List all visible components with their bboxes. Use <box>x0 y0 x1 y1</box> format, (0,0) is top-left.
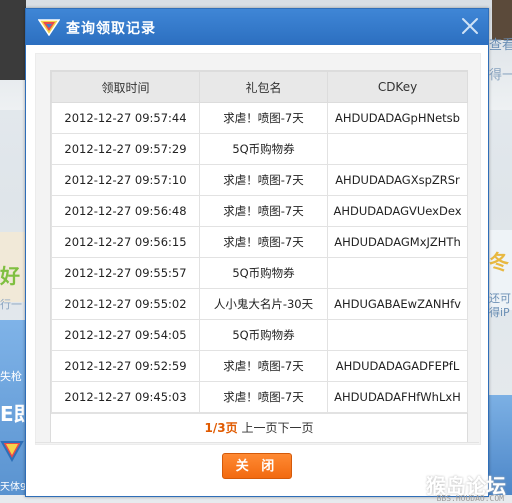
cell-time: 2012-12-27 09:57:44 <box>51 102 200 134</box>
table-row: 2012-12-27 09:45:03 求虐！喷图-7天 AHDUDADAFHf… <box>51 381 468 413</box>
cell-cdkey: AHDUDADAGXspZRSr <box>327 164 468 196</box>
cell-cdkey <box>327 257 468 289</box>
bg-right-text: 得一 <box>489 68 512 83</box>
table-row: 2012-12-27 09:56:48 求虐！喷图-7天 AHDUDADAGVU… <box>51 195 468 227</box>
cell-gift: 求虐！喷图-7天 <box>199 350 328 382</box>
cell-cdkey <box>327 319 468 351</box>
records-panel: 领取时间 礼包名 CDKey 2012-12-27 09:57:44 求虐！喷图… <box>35 53 481 445</box>
bg-left-text: 天体9 <box>0 482 27 493</box>
cell-time: 2012-12-27 09:45:03 <box>51 381 200 413</box>
cell-gift: 5Q币购物券 <box>199 319 328 351</box>
cell-cdkey: AHDUDADAGADFEPfL <box>327 350 468 382</box>
cell-time: 2012-12-27 09:55:02 <box>51 288 200 320</box>
prev-page-link[interactable]: 上一页 <box>241 421 277 435</box>
cell-gift: 求虐！喷图-7天 <box>199 164 328 196</box>
query-records-dialog: 查询领取记录 领取时间 礼包名 CDKey 2012-12-27 09:57:4… <box>25 8 489 497</box>
table-row: 2012-12-27 09:57:10 求虐！喷图-7天 AHDUDADAGXs… <box>51 164 468 196</box>
dialog-title: 查询领取记录 <box>66 21 156 37</box>
table-row: 2012-12-27 09:57:44 求虐！喷图-7天 AHDUDADAGpH… <box>51 102 468 134</box>
next-page-link[interactable]: 下一页 <box>277 421 313 435</box>
bg-left-text: 失枪 <box>0 370 22 383</box>
cell-cdkey: AHDUDADAGpHNetsb <box>327 102 468 134</box>
cell-time: 2012-12-27 09:56:15 <box>51 226 200 258</box>
bg-left-text: 好 <box>0 264 20 288</box>
dialog-titlebar: 查询领取记录 <box>26 9 488 45</box>
records-table: 领取时间 礼包名 CDKey 2012-12-27 09:57:44 求虐！喷图… <box>51 71 468 413</box>
cell-time: 2012-12-27 09:55:57 <box>51 257 200 289</box>
table-row: 2012-12-27 09:56:15 求虐！喷图-7天 AHDUDADAGMx… <box>51 226 468 258</box>
cell-cdkey <box>327 133 468 165</box>
cell-gift: 求虐！喷图-7天 <box>199 381 328 413</box>
cell-cdkey: AHDUDADAGVUexDex <box>327 195 468 227</box>
table-row: 2012-12-27 09:55:57 5Q币购物券 <box>51 257 468 289</box>
cell-time: 2012-12-27 09:54:05 <box>51 319 200 351</box>
cell-gift: 5Q币购物券 <box>199 133 328 165</box>
column-header-cdkey: CDKey <box>327 71 468 103</box>
cell-cdkey: AHDUDADAGMxJZHTh <box>327 226 468 258</box>
cell-cdkey: AHDUDADAFHfWhLxH <box>327 381 468 413</box>
table-row: 2012-12-27 09:55:02 人小鬼大名片-30天 AHDUGABAE… <box>51 288 468 320</box>
cell-time: 2012-12-27 09:56:48 <box>51 195 200 227</box>
cell-gift: 人小鬼大名片-30天 <box>199 288 328 320</box>
cell-time: 2012-12-27 09:57:29 <box>51 133 200 165</box>
column-header-gift: 礼包名 <box>199 71 328 103</box>
watermark-url: BBS.HOUDAO.COM <box>436 494 504 503</box>
cell-time: 2012-12-27 09:52:59 <box>51 350 200 382</box>
cell-gift: 5Q币购物券 <box>199 257 328 289</box>
records-table-wrapper: 领取时间 礼包名 CDKey 2012-12-27 09:57:44 求虐！喷图… <box>50 70 468 443</box>
pagination: 1/3页 上一页下一页 <box>51 413 467 442</box>
table-header-row: 领取时间 礼包名 CDKey <box>51 71 468 103</box>
cell-time: 2012-12-27 09:57:10 <box>51 164 200 196</box>
column-header-time: 领取时间 <box>51 71 200 103</box>
table-row: 2012-12-27 09:52:59 求虐！喷图-7天 AHDUDADAGAD… <box>51 350 468 382</box>
footer-divider <box>35 442 479 443</box>
qq-diamond-logo-icon <box>38 19 60 36</box>
bg-right-text: 冬 <box>489 250 509 274</box>
cell-gift: 求虐！喷图-7天 <box>199 195 328 227</box>
cell-gift: 求虐！喷图-7天 <box>199 226 328 258</box>
cell-gift: 求虐！喷图-7天 <box>199 102 328 134</box>
bg-right-text: 得iP <box>489 306 510 319</box>
page-indicator: 1/3页 <box>204 421 238 435</box>
table-row: 2012-12-27 09:54:05 5Q币购物券 <box>51 319 468 351</box>
bg-left-text: 行一 <box>0 298 22 311</box>
bg-right-text[interactable]: 查看 <box>489 34 512 53</box>
cell-cdkey: AHDUGABAEwZANHfv <box>327 288 468 320</box>
background-image-left <box>0 0 26 80</box>
table-row: 2012-12-27 09:57:29 5Q币购物券 <box>51 133 468 165</box>
close-button[interactable]: 关 闭 <box>222 453 292 479</box>
close-icon[interactable] <box>460 16 480 36</box>
shield-icon <box>0 441 24 462</box>
